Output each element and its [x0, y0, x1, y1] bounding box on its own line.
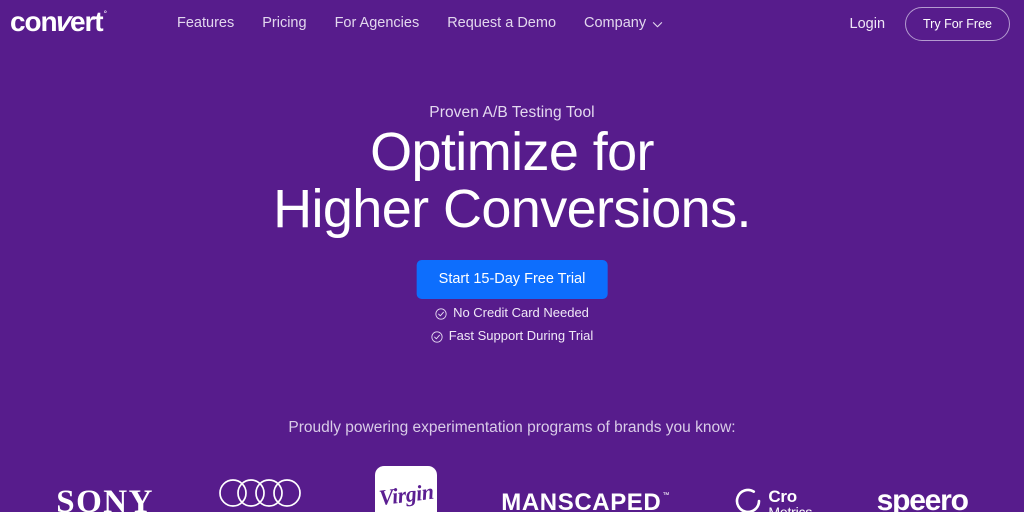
nav-label: Features [177, 15, 235, 32]
chevron-down-icon [652, 19, 663, 30]
nav-label: Pricing [262, 15, 307, 32]
start-free-trial-button[interactable]: Start 15-Day Free Trial [416, 260, 608, 299]
main-navigation: Features Pricing For Agencies Request a … [177, 0, 677, 47]
brand-logo-crometrics: Cro Metrics [733, 470, 812, 512]
manscaped-wordmark: MANSCAPED [501, 489, 662, 512]
logo-text-part1: con [10, 6, 58, 37]
nav-item-company[interactable]: Company [570, 16, 677, 31]
check-circle-icon [435, 307, 447, 320]
brand-logo-audi [218, 474, 310, 512]
brand-logo-virgin: Virgin [374, 466, 437, 512]
nav-item-features[interactable]: Features [177, 16, 248, 31]
nav-item-request-a-demo[interactable]: Request a Demo [433, 16, 570, 31]
nav-label: Company [584, 15, 647, 32]
list-item: No Credit Card Needed [435, 304, 589, 323]
try-for-free-button[interactable]: Try For Free [905, 6, 1010, 41]
virgin-wordmark: Virgin [377, 478, 435, 511]
audi-rings-logo [218, 478, 310, 512]
logo-registered-mark: ° [103, 9, 108, 19]
login-link[interactable]: Login [850, 16, 885, 32]
crometrics-logo: Cro Metrics [733, 486, 812, 512]
hero-eyebrow: Proven A/B Testing Tool [429, 104, 595, 121]
nav-item-pricing[interactable]: Pricing [248, 16, 320, 31]
bullet-label: No Credit Card Needed [453, 305, 589, 320]
manscaped-logo: MANSCAPED ™ [501, 489, 669, 512]
nav-label: For Agencies [334, 15, 420, 32]
heading-line-1: Optimize for [370, 122, 654, 182]
site-header: con v ert ° Features Pricing For Agencie… [0, 0, 1024, 47]
crometrics-line-1: Cro [768, 486, 797, 506]
logo-text-part3: ert [69, 6, 104, 37]
convert-logo[interactable]: con v ert ° [10, 6, 108, 37]
page-title: Optimize for Higher Conversions. [0, 122, 1024, 240]
brand-logo-manscaped: MANSCAPED ™ [501, 470, 669, 512]
brand-logo-speero: speero [876, 470, 969, 512]
crometrics-arc-icon [733, 486, 763, 512]
social-proof-heading: Proudly powering experimentation program… [288, 419, 736, 436]
check-circle-icon [431, 330, 443, 343]
header-actions: Login Try For Free [850, 0, 1010, 47]
list-item: Fast Support During Trial [431, 327, 594, 346]
speero-logo: speero [876, 484, 969, 512]
sony-logo: SONY [56, 483, 154, 512]
bullet-label: Fast Support During Trial [448, 327, 594, 343]
brand-logo-strip: SONY Virgin MANSCAPED ™ Cro Metrics spee… [0, 466, 1024, 512]
crometrics-wordmark: Cro Metrics [768, 488, 812, 512]
nav-label: Request a Demo [447, 15, 557, 32]
landing-page: con v ert ° Features Pricing For Agencie… [0, 0, 1024, 512]
manscaped-trademark: ™ [662, 492, 670, 499]
nav-item-for-agencies[interactable]: For Agencies [321, 16, 434, 31]
virgin-logo: Virgin [374, 466, 437, 512]
hero-bullet-list: No Credit Card Needed Fast Support Durin… [0, 304, 1024, 346]
heading-line-2: Higher Conversions. [273, 179, 751, 240]
brand-logo-sony: SONY [56, 470, 154, 512]
crometrics-line-2: Metrics [768, 503, 813, 512]
